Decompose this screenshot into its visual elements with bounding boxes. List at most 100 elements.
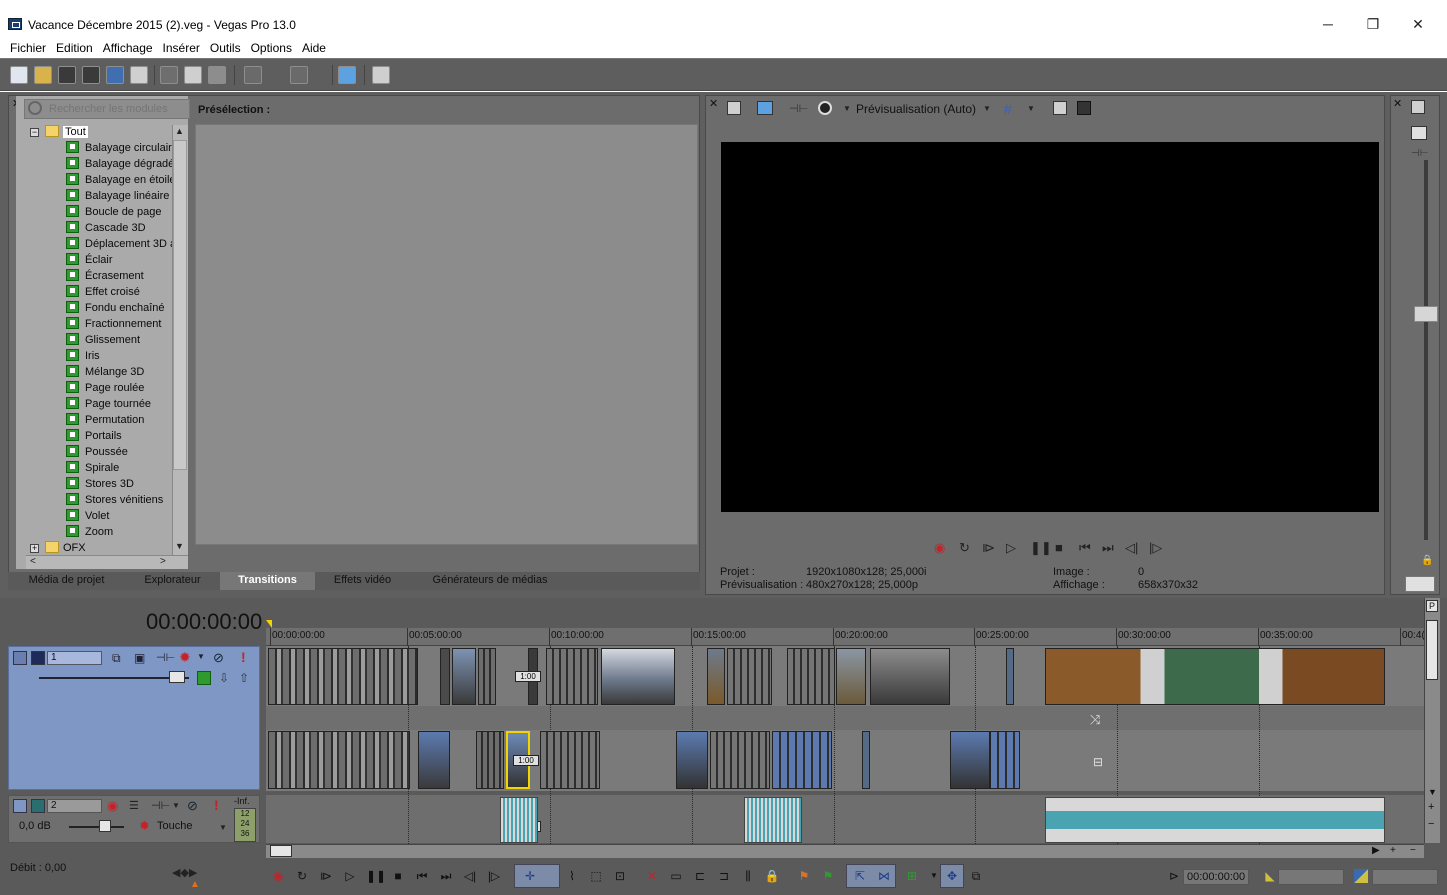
tree-item[interactable]: Page roulée [66, 380, 144, 396]
volume-slider-handle[interactable] [99, 820, 111, 832]
tree-item[interactable]: Page tournée [66, 396, 151, 412]
master-fx-icon[interactable] [1411, 126, 1427, 140]
video-clip[interactable] [990, 731, 1020, 789]
track-fx-icon[interactable]: ⊣⊢ [151, 799, 170, 812]
save-as-icon[interactable] [82, 66, 100, 84]
loop-icon[interactable]: ↻ [294, 868, 310, 884]
menu-inserer[interactable]: Insérer [158, 39, 205, 57]
video-clip[interactable] [1006, 648, 1014, 705]
zoom-in-icon[interactable]: + [1390, 845, 1396, 856]
maximize-button[interactable]: ❐ [1353, 12, 1393, 36]
video-clip[interactable] [268, 731, 410, 789]
tab-transitions[interactable]: Transitions [220, 572, 315, 590]
chevron-down-icon[interactable]: ▼ [219, 823, 227, 832]
menu-affichage[interactable]: Affichage [98, 39, 158, 57]
chevron-down-icon[interactable]: ▼ [983, 104, 991, 113]
video-clip[interactable] [546, 648, 598, 705]
compositing-icon[interactable]: ▣ [134, 651, 145, 665]
split-icon[interactable]: ⫼ [740, 868, 756, 884]
chevron-down-icon[interactable]: ▼ [172, 801, 180, 810]
play-from-start-icon[interactable]: ⧐ [982, 540, 995, 556]
solo-icon[interactable]: ! [241, 649, 246, 665]
chevron-down-icon[interactable]: ▼ [843, 104, 851, 113]
stop-icon[interactable]: ■ [1055, 540, 1063, 555]
next-frame-icon[interactable]: |▷ [1149, 540, 1162, 556]
audio-track-header[interactable]: 2 ◉ ☰ ⊣⊢ ▼ ⊘ ! 0,0 dB ✹ Touche ▼ -Inf. 1… [8, 795, 260, 843]
stop-icon[interactable]: ■ [390, 868, 406, 884]
video-clip[interactable] [836, 648, 866, 705]
tree-item[interactable]: Fondu enchaîné [66, 300, 165, 316]
render-icon[interactable] [106, 66, 124, 84]
volume-slider-track[interactable] [69, 826, 124, 828]
copy-snapshot-icon[interactable] [1053, 101, 1067, 115]
open-icon[interactable] [34, 66, 52, 84]
copy-icon[interactable] [184, 66, 202, 84]
video-clip[interactable] [707, 648, 725, 705]
crossfade-icon[interactable]: ⤨ [1090, 712, 1100, 728]
minimize-button[interactable]: ─ [1308, 12, 1348, 36]
master-properties-icon[interactable] [1411, 100, 1425, 114]
video-clip[interactable] [540, 731, 600, 789]
go-to-end-icon[interactable]: ⏭ [1102, 540, 1114, 556]
ignore-grouping-icon[interactable]: ⧉ [968, 868, 984, 884]
video-clip[interactable] [870, 648, 950, 705]
envelope-tool-icon[interactable]: ⌇ [564, 868, 580, 884]
save-snapshot-icon[interactable] [1077, 101, 1091, 115]
gear-icon[interactable]: ✹ [179, 649, 191, 666]
rate-slider-icon[interactable]: ◀◆▶ [172, 866, 197, 879]
arm-record-icon[interactable]: ◉ [107, 798, 118, 814]
tree-item[interactable]: Effet croisé [66, 284, 140, 300]
solo-icon[interactable]: ! [214, 797, 219, 813]
gear-icon[interactable]: ✹ [139, 818, 150, 834]
track-fx-icon[interactable]: ⊣⊢ [156, 651, 175, 664]
audio-clip-waveform[interactable] [1045, 797, 1385, 843]
video-track-header[interactable]: 1 ⧉ ▣ ⊣⊢ ✹ ▼ ⊘ ! ⇩ ⇧ [8, 646, 260, 790]
master-fx-chain-icon[interactable]: ⊣⊢ [1411, 148, 1428, 159]
tree-item[interactable]: Boucle de page [66, 204, 161, 220]
loop-length-field[interactable] [1372, 869, 1438, 885]
video-clip[interactable] [452, 648, 476, 705]
tree-item[interactable]: Permutation [66, 412, 144, 428]
tree-item[interactable]: Portails [66, 428, 122, 444]
trim-icon[interactable]: ▭ [668, 868, 684, 884]
track-number[interactable]: 2 [47, 799, 102, 813]
tree-item[interactable]: Balayage circulaire [66, 140, 172, 156]
close-button[interactable]: ✕ [1398, 12, 1438, 36]
motion-icon[interactable]: ⧉ [112, 651, 121, 666]
preview-external-monitor-icon[interactable] [757, 101, 773, 115]
tab-generateurs-de-medias[interactable]: Générateurs de médias [410, 572, 570, 590]
chevron-down-icon[interactable]: ▼ [197, 652, 205, 661]
video-clip[interactable] [787, 648, 835, 705]
lock-icon[interactable]: 🔒 [764, 868, 780, 884]
invert-phase-icon[interactable]: ☰ [129, 799, 139, 812]
collapse-icon[interactable]: − [30, 128, 39, 137]
mute-icon[interactable]: ⊘ [187, 798, 198, 814]
pause-icon[interactable]: ❚❚ [366, 868, 386, 884]
tree-scroll-thumb[interactable] [173, 140, 187, 470]
split-screen-icon[interactable] [818, 101, 832, 115]
scroll-left-icon[interactable]: < [30, 556, 36, 567]
tree-item[interactable]: Balayage dégradé [66, 156, 172, 172]
scroll-up-icon[interactable]: ▲ [175, 126, 184, 136]
record-icon[interactable]: ◉ [934, 540, 945, 556]
tree-item[interactable]: Iris [66, 348, 100, 364]
opacity-slider-handle[interactable] [169, 671, 185, 683]
video-clip[interactable] [950, 731, 990, 789]
zoom-out-icon[interactable]: − [1410, 845, 1416, 856]
arrow-down-icon[interactable]: ⇩ [219, 671, 229, 685]
snapping-icon[interactable]: ⇱ [852, 868, 868, 884]
timeline-vscroll-thumb[interactable] [1426, 620, 1438, 680]
overlays-icon[interactable]: # [1004, 101, 1012, 117]
tree-ofx-row[interactable]: + OFX [30, 540, 86, 554]
play-from-start-icon[interactable]: ⧐ [318, 868, 334, 884]
ripple-edit-icon[interactable]: ⊞ [904, 868, 920, 884]
volume-readout[interactable]: 0,0 dB [19, 820, 51, 832]
menu-edition[interactable]: Edition [51, 39, 98, 57]
audio-clip[interactable] [500, 797, 538, 843]
normal-edit-icon[interactable] [372, 66, 390, 84]
video-clip[interactable] [268, 648, 418, 705]
tree-item[interactable]: Cascade 3D [66, 220, 146, 236]
tree-item[interactable]: Écrasement [66, 268, 144, 284]
paste-icon[interactable] [208, 66, 226, 84]
auto-crossfade-icon[interactable]: ⋈ [876, 868, 892, 884]
